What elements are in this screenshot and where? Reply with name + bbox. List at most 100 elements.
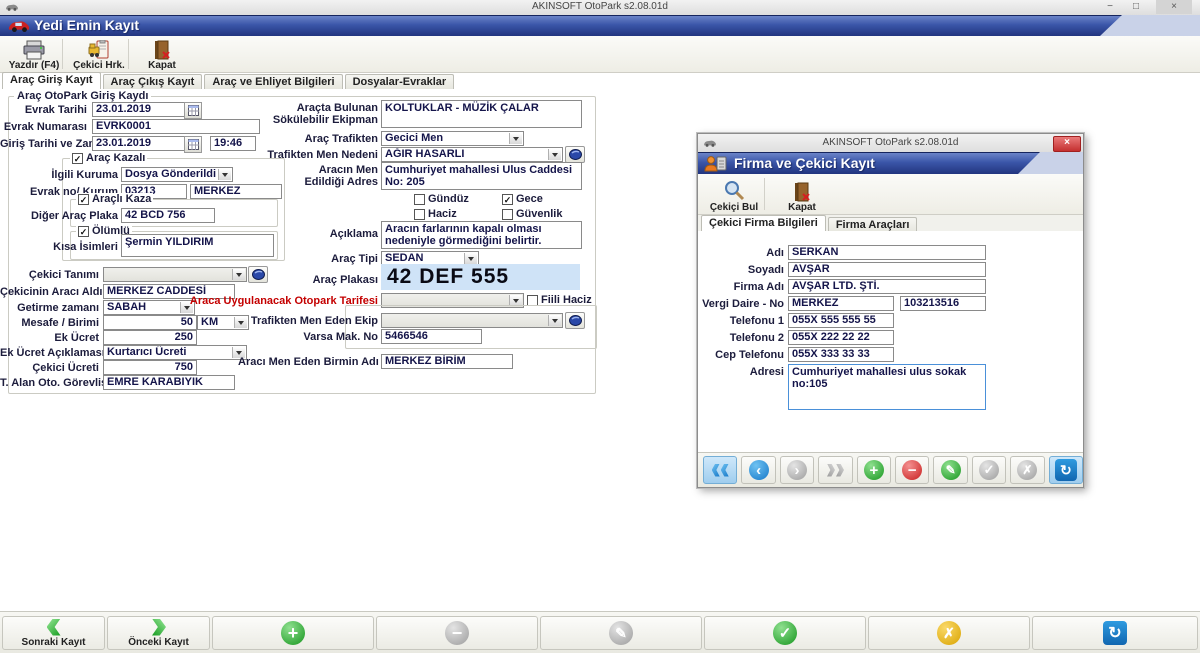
refresh-button[interactable]: ↻ xyxy=(1049,456,1083,484)
tab-arac-giris[interactable]: Araç Giriş Kayıt xyxy=(2,72,101,89)
gunduz-checkbox[interactable]: Gündüz xyxy=(412,193,471,205)
arac-kazali-checkbox[interactable]: ✓ Araç Kazalı xyxy=(70,152,147,164)
minus-icon: − xyxy=(445,621,469,645)
men-ekip-lookup-button[interactable] xyxy=(565,312,585,329)
save-record-button[interactable]: ✓ xyxy=(972,456,1006,484)
chevron-left-icon xyxy=(47,619,61,636)
ek-ucret-input[interactable]: 250 xyxy=(103,330,197,345)
add-record-button[interactable]: + xyxy=(857,456,891,484)
next-record-button[interactable]: › xyxy=(780,456,814,484)
tab-arac-cikis[interactable]: Araç Çıkış Kayıt xyxy=(103,74,203,89)
next-record-button[interactable]: Sonraki Kayıt xyxy=(2,616,105,650)
dialog-body: Adı SERKAN Soyadı AVŞAR Firma Adı AVŞAR … xyxy=(698,231,1083,453)
plus-icon: + xyxy=(281,621,305,645)
cekici-tanimi-select[interactable] xyxy=(103,267,247,282)
edit-record-button[interactable]: ✎ xyxy=(540,616,702,650)
close-toolbar-label: Kapat xyxy=(148,60,176,71)
first-record-button[interactable] xyxy=(703,456,737,484)
men-ekip-select[interactable] xyxy=(381,313,563,328)
main-toolbar: Yazdır (F4) Çekici Hrk. Kapat xyxy=(0,36,1200,73)
mak-no-label: Varsa Mak. No xyxy=(238,331,378,343)
ilgili-kuruma-select[interactable]: Dosya Gönderildi xyxy=(121,167,233,182)
cancel-record-button[interactable]: ✗ xyxy=(1010,456,1044,484)
giris-tarihi-input[interactable]: 23.01.2019 xyxy=(92,136,186,151)
gece-checkbox[interactable]: ✓ Gece xyxy=(500,193,545,205)
checkbox-checked-icon: ✓ xyxy=(502,194,513,205)
save-record-button[interactable]: ✓ xyxy=(704,616,866,650)
tab-dosyalar[interactable]: Dosyalar-Evraklar xyxy=(345,74,455,89)
calendar-button[interactable] xyxy=(184,102,202,119)
close-toolbar-button[interactable]: Kapat xyxy=(132,38,192,72)
tab-ehliyet[interactable]: Araç ve Ehliyet Bilgileri xyxy=(204,74,342,89)
tab-firma-araclari[interactable]: Firma Araçları xyxy=(828,217,918,232)
ilgili-kuruma-label: İlgili Kuruma xyxy=(40,169,118,181)
men-nedeni-select[interactable]: AĞIR HASARLI xyxy=(381,147,563,162)
soyadi-input[interactable]: AVŞAR xyxy=(788,262,986,277)
haciz-checkbox[interactable]: Haciz xyxy=(412,208,459,220)
telefon2-label: Telefonu 2 xyxy=(698,332,784,344)
guvenlik-checkbox[interactable]: Güvenlik xyxy=(500,208,564,220)
vergi-daire-input[interactable]: MERKEZ xyxy=(788,296,894,311)
dialog-title: Firma ve Çekici Kayıt xyxy=(734,155,875,171)
previous-record-button[interactable]: Önceki Kayıt xyxy=(107,616,210,650)
double-chevron-right-icon xyxy=(836,464,844,477)
aciklama-textarea[interactable]: Aracın farlarının kapalı olması nedeniyl… xyxy=(381,221,582,249)
maximize-button[interactable]: □ xyxy=(1124,0,1148,14)
telefon2-input[interactable]: 055X 222 22 22 xyxy=(788,330,894,345)
chevron-down-icon xyxy=(548,149,561,160)
cekici-ucreti-label: Çekici Ücreti xyxy=(0,362,99,374)
cancel-record-button[interactable]: ✗ xyxy=(868,616,1030,650)
adresi-textarea[interactable]: Cumhuriyet mahallesi ulus sokak no:105 xyxy=(788,364,986,410)
delete-record-button[interactable]: − xyxy=(895,456,929,484)
evrak-no-label: Evrak Numarası xyxy=(0,121,87,133)
ek-aciklama-select[interactable]: Kurtarıcı Ücreti xyxy=(103,345,247,360)
add-record-button[interactable]: + xyxy=(212,616,374,650)
previous-record-label: Önceki Kayıt xyxy=(128,637,189,648)
gorevli-input[interactable]: EMRE KARABIYIK xyxy=(103,375,235,390)
evrak-no-input[interactable]: EVRK0001 xyxy=(92,119,260,134)
cekici-ucreti-input[interactable]: 750 xyxy=(103,360,197,375)
last-record-button[interactable] xyxy=(818,456,852,484)
gunduz-label: Gündüz xyxy=(428,193,469,205)
dialog-close-button[interactable]: × xyxy=(1053,136,1081,152)
aracli-kaza-checkbox[interactable]: ✓ Araçlı Kaza xyxy=(76,193,153,205)
minimize-button[interactable]: − xyxy=(1098,0,1122,14)
adi-input[interactable]: SERKAN xyxy=(788,245,986,260)
firma-adi-label: Firma Adı xyxy=(698,281,784,293)
edit-record-button[interactable]: ✎ xyxy=(933,456,967,484)
arac-trafikten-value: Gecici Men xyxy=(385,132,443,144)
tab-firma-bilgileri[interactable]: Çekici Firma Bilgileri xyxy=(701,215,826,232)
telefon1-input[interactable]: 055X 555 555 55 xyxy=(788,313,894,328)
evrak-tarihi-input[interactable]: 23.01.2019 xyxy=(92,102,186,117)
cekici-bul-button[interactable]: Çekiçi Bul xyxy=(702,176,766,214)
diger-plaka-input[interactable]: 42 BCD 756 xyxy=(121,208,215,223)
close-button[interactable]: × xyxy=(1156,0,1192,14)
dialog-kapat-button[interactable]: Kapat xyxy=(772,176,832,214)
telefon1-label: Telefonu 1 xyxy=(698,315,784,327)
cekici-hrk-button[interactable]: Çekici Hrk. xyxy=(65,38,133,72)
print-button[interactable]: Yazdır (F4) xyxy=(2,38,66,72)
calendar-button[interactable] xyxy=(184,136,202,153)
search-icon xyxy=(723,180,745,202)
cep-telefonu-input[interactable]: 055X 333 33 33 xyxy=(788,347,894,362)
ekipman-textarea[interactable]: KOLTUKLAR - MÜZİK ÇALAR xyxy=(381,100,582,128)
chevron-down-icon xyxy=(548,315,561,326)
adi-label: Adı xyxy=(698,247,784,259)
checkbox-icon xyxy=(414,194,425,205)
vergi-no-input[interactable]: 103213516 xyxy=(900,296,986,311)
men-nedeni-lookup-button[interactable] xyxy=(565,146,585,163)
delete-record-button[interactable]: − xyxy=(376,616,538,650)
minus-icon: − xyxy=(902,460,922,480)
men-adres-textarea[interactable]: Cumhuriyet mahallesi Ulus Caddesi No: 20… xyxy=(381,162,582,190)
refresh-button[interactable]: ↻ xyxy=(1032,616,1198,650)
checkbox-icon xyxy=(414,209,425,220)
mesafe-input[interactable]: 50 xyxy=(103,315,197,330)
birim-adi-input[interactable]: MERKEZ BİRİM xyxy=(381,354,513,369)
mak-no-input[interactable]: 5466546 xyxy=(381,329,482,344)
cekici-tanimi-label: Çekici Tanımı xyxy=(0,269,99,281)
firma-adi-input[interactable]: AVŞAR LTD. ŞTİ. xyxy=(788,279,986,294)
ilgili-kuruma-value: Dosya Gönderildi xyxy=(125,168,216,180)
previous-record-button[interactable]: ‹ xyxy=(741,456,775,484)
double-chevron-left-icon xyxy=(721,464,729,477)
arac-trafikten-select[interactable]: Gecici Men xyxy=(381,131,524,146)
